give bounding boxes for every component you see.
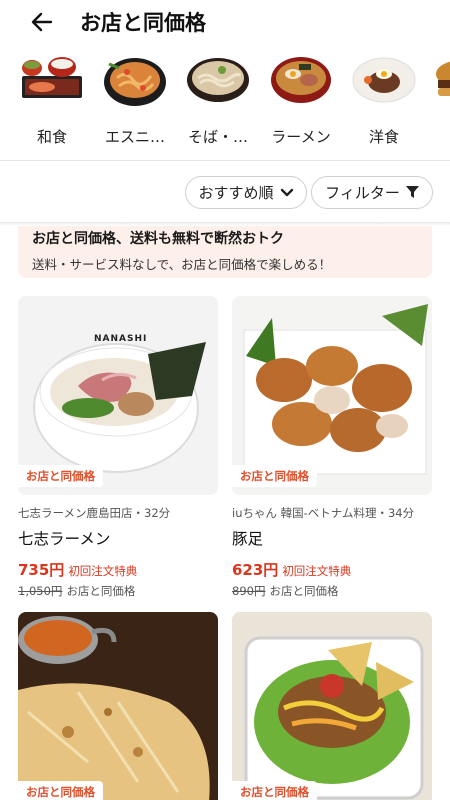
menu-card[interactable]: お店と同価格 iuちゃん 韓国-ベトナム料理・34分 豚足 623円 初回注文特…: [232, 296, 432, 599]
app-header: お店と同価格: [0, 0, 450, 44]
sort-label: おすすめ順: [198, 184, 274, 202]
original-note: お店と同価格: [66, 584, 136, 598]
category-soba[interactable]: そば・…: [176, 50, 260, 147]
category-label: 洋食: [368, 128, 399, 146]
divider: [0, 160, 450, 161]
category-label: そば・…: [187, 128, 248, 146]
category-label: エスニ…: [104, 128, 165, 146]
price: 735円: [18, 561, 65, 579]
category-carousel[interactable]: 和食 エスニ… そば・… ラーメン 洋食: [0, 50, 450, 160]
original-price-row: 1,050円 お店と同価格: [18, 583, 218, 599]
dish-image-tonsoku: お店と同価格: [232, 296, 432, 495]
filter-label: フィルター: [325, 184, 400, 202]
shop-info: iuちゃん 韓国-ベトナム料理・34分: [232, 506, 415, 520]
category-label: ハ: [420, 126, 450, 147]
menu-card[interactable]: お店と同価格: [18, 612, 218, 800]
category-ramen[interactable]: ラーメン: [259, 50, 343, 147]
price: 623円: [232, 561, 279, 579]
dish-image-ramen: NANASHI お店と同価格: [18, 296, 218, 495]
shop-info: 七志ラーメン鹿島田店・32分: [18, 506, 171, 520]
dish-image-curry-naan: お店と同価格: [18, 612, 218, 800]
same-price-badge: お店と同価格: [232, 465, 317, 487]
chevron-down-icon: [280, 188, 293, 196]
header-shadow: [0, 222, 450, 226]
western-hamburg-icon: [352, 50, 416, 108]
promo-subtitle: 送料・サービス料なしで、お店と同価格で楽しめる！: [32, 257, 332, 272]
dish-name: 七志ラーメン: [18, 530, 111, 548]
price-row: 735円 初回注文特典: [18, 559, 218, 580]
same-price-badge: お店と同価格: [232, 781, 317, 800]
menu-card[interactable]: NANASHI お店と同価格 七志ラーメン鹿島田店・32分 七志ラーメン 735…: [18, 296, 218, 599]
category-burger[interactable]: ハ: [420, 50, 450, 147]
promo-banner: お店と同価格、送料も無料で断然おトク 送料・サービス料なしで、お店と同価格で楽し…: [18, 222, 432, 278]
promo-title: お店と同価格、送料も無料で断然おトク: [32, 231, 284, 247]
filter-bar: おすすめ順 フィルター: [0, 176, 450, 210]
category-washoku[interactable]: 和食: [10, 50, 94, 147]
category-yoshoku[interactable]: 洋食: [342, 50, 426, 147]
menu-card[interactable]: お店と同価格: [232, 612, 432, 800]
ethnic-noodles-icon: [103, 50, 167, 108]
price-row: 623円 初回注文特典: [232, 559, 432, 580]
original-price: 1,050円: [18, 584, 63, 598]
original-price-row: 890円 お店と同価格: [232, 583, 432, 599]
original-note: お店と同価格: [269, 584, 339, 598]
category-label: 和食: [36, 128, 67, 146]
page-title: お店と同価格: [80, 11, 206, 35]
dish-image-taco-rice: お店と同価格: [232, 612, 432, 800]
price-note: 初回注文特典: [68, 564, 138, 578]
burger-icon: [430, 50, 450, 108]
price-note: 初回注文特典: [282, 564, 352, 578]
back-button[interactable]: [22, 6, 62, 38]
category-ethnic[interactable]: エスニ…: [93, 50, 177, 147]
bowl-logo: NANASHI: [94, 334, 148, 344]
category-label: ラーメン: [271, 128, 331, 146]
funnel-icon: [405, 186, 419, 198]
sort-dropdown[interactable]: おすすめ順: [185, 176, 307, 209]
dish-name: 豚足: [232, 530, 264, 548]
same-price-badge: お店と同価格: [18, 465, 103, 487]
original-price: 890円: [232, 584, 266, 598]
same-price-badge: お店と同価格: [18, 781, 103, 800]
soba-bowl-icon: [186, 50, 250, 108]
arrow-left-icon: [31, 12, 53, 32]
ramen-bowl-icon: [269, 50, 333, 108]
japanese-set-meal-icon: [20, 50, 84, 108]
filter-button[interactable]: フィルター: [311, 176, 433, 209]
